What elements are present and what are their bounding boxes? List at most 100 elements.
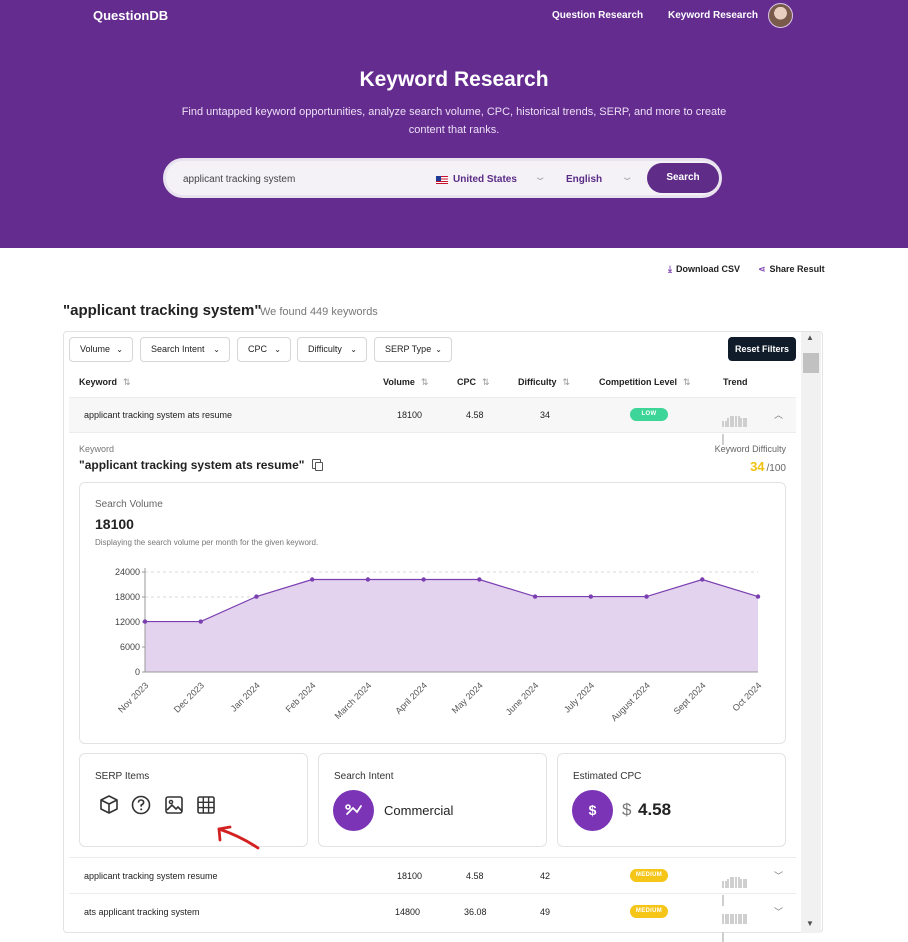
x-tick-label: May 2024	[450, 680, 485, 715]
search-volume-value: 18100	[95, 516, 134, 532]
y-tick-label: 6000	[120, 642, 140, 652]
detail-keyword-label: Keyword	[79, 444, 115, 454]
app-logo[interactable]: QuestionDB	[93, 8, 168, 23]
trend-sparkline	[722, 870, 750, 906]
col-header-volume[interactable]: Volume ⇅	[383, 377, 428, 388]
scrollbar-thumb[interactable]	[803, 353, 819, 373]
share-result-button[interactable]: ⋖ Share Result	[758, 264, 825, 275]
copy-icon[interactable]	[312, 459, 323, 471]
chevron-down-icon[interactable]: ﹀	[774, 869, 783, 882]
data-point	[644, 594, 649, 599]
data-point	[142, 619, 148, 624]
download-csv-button[interactable]: ⤓ Download CSV	[668, 264, 740, 275]
scrollbar[interactable]	[801, 332, 821, 933]
page-title: Keyword Research	[359, 68, 549, 91]
col-header-difficulty[interactable]: Difficulty ⇅	[518, 377, 570, 388]
table-grid-icon[interactable]	[195, 794, 217, 816]
col-header-competition[interactable]: Competition Level ⇅	[599, 377, 691, 388]
chevron-down-icon: ⌄	[350, 345, 357, 354]
user-avatar[interactable]	[768, 3, 793, 28]
scroll-down-arrow[interactable]: ▼	[806, 919, 814, 928]
image-icon[interactable]	[163, 794, 185, 816]
chevron-down-icon: ⌄	[116, 345, 123, 354]
x-tick-label: July 2024	[562, 680, 596, 714]
x-tick-label: Oct 2024	[731, 680, 764, 713]
annotation-arrow-icon	[217, 825, 260, 850]
search-input[interactable]: applicant tracking system	[183, 174, 295, 185]
serp-items-title: SERP Items	[95, 771, 150, 782]
nav-question-research[interactable]: Question Research	[552, 10, 643, 21]
chevron-down-icon[interactable]: ﹀	[774, 905, 783, 918]
row-difficulty: 49	[540, 907, 551, 917]
y-tick-label: 12000	[115, 617, 140, 627]
page-subtitle: Find untapped keyword opportunities, ana…	[181, 106, 727, 136]
filter-difficulty[interactable]: Difficulty ⌄	[297, 337, 367, 362]
search-button[interactable]: Search	[647, 163, 719, 193]
y-tick-label: 24000	[115, 567, 140, 577]
filter-volume[interactable]: Volume ⌄	[69, 337, 133, 362]
trend-sparkline	[722, 409, 750, 445]
y-tick-label: 0	[135, 667, 140, 677]
chevron-down-icon: ⌄	[213, 345, 220, 354]
chevron-up-icon[interactable]: ︿	[774, 408, 783, 421]
data-point	[309, 577, 315, 582]
commercial-intent-icon	[333, 790, 374, 831]
x-tick-label: Dec 2023	[172, 680, 206, 714]
data-point	[588, 594, 594, 599]
data-point	[477, 577, 482, 582]
filter-cpc[interactable]: CPC ⌄	[237, 337, 291, 362]
sort-icon: ⇅	[683, 377, 691, 387]
cube-icon[interactable]	[98, 794, 120, 816]
search-volume-description: Displaying the search volume per month f…	[95, 538, 319, 547]
data-point	[198, 619, 203, 624]
sort-icon: ⇅	[482, 377, 490, 387]
data-point	[254, 594, 259, 599]
question-icon[interactable]	[130, 794, 152, 816]
col-header-trend: Trend	[723, 377, 748, 387]
x-tick-label: April 2024	[393, 680, 429, 716]
x-tick-label: March 2024	[333, 680, 374, 721]
row-cpc: 36.08	[464, 907, 487, 917]
language-select[interactable]: English	[566, 174, 602, 185]
x-tick-label: Jan 2024	[229, 680, 262, 713]
filter-serp-type[interactable]: SERP Type ⌄	[374, 337, 452, 362]
row-cpc: 4.58	[466, 410, 484, 420]
col-header-cpc[interactable]: CPC ⇅	[457, 377, 490, 388]
chevron-down-icon[interactable]: ⌄	[620, 172, 633, 183]
x-tick-label: Feb 2024	[284, 680, 318, 714]
x-tick-label: June 2024	[504, 680, 541, 717]
competition-badge: MEDIUM	[630, 869, 668, 882]
trend-sparkline	[722, 906, 750, 942]
sort-icon: ⇅	[420, 377, 429, 387]
filter-search-intent[interactable]: Search Intent ⌄	[140, 337, 230, 362]
nav-keyword-research[interactable]: Keyword Research	[668, 10, 758, 21]
reset-filters-button[interactable]: Reset Filters	[728, 337, 796, 361]
row-volume: 18100	[397, 871, 423, 881]
search-bar: applicant tracking system United States …	[163, 158, 722, 198]
share-icon: ⋖	[758, 264, 766, 274]
search-volume-label: Search Volume	[95, 499, 163, 510]
scroll-up-arrow[interactable]: ▲	[806, 333, 814, 342]
col-header-keyword[interactable]: Keyword ⇅	[79, 377, 131, 388]
row-volume: 18100	[397, 410, 423, 420]
results-query-title: "applicant tracking system"	[63, 302, 262, 319]
series-area	[145, 579, 758, 672]
data-point	[421, 577, 426, 582]
y-tick-label: 18000	[115, 592, 140, 602]
keyword-difficulty-value: 34/100	[750, 459, 786, 474]
chevron-down-icon[interactable]: ⌄	[533, 172, 546, 183]
country-select[interactable]: United States	[453, 174, 517, 185]
data-point	[700, 577, 705, 582]
dollar-icon: $	[572, 790, 613, 831]
row-difficulty: 42	[540, 871, 551, 881]
search-intent-value: Commercial	[384, 803, 454, 818]
cpc-currency: $	[622, 800, 632, 819]
detail-keyword: "applicant tracking system ats resume"	[79, 458, 305, 472]
row-keyword: ats applicant tracking system	[84, 907, 200, 917]
data-point	[365, 577, 371, 582]
x-tick-label: August 2024	[609, 680, 652, 723]
row-keyword: applicant tracking system resume	[84, 871, 218, 881]
x-tick-label: Nov 2023	[116, 680, 150, 714]
competition-badge: MEDIUM	[630, 905, 668, 918]
results-count: We found 449 keywords	[260, 306, 378, 318]
